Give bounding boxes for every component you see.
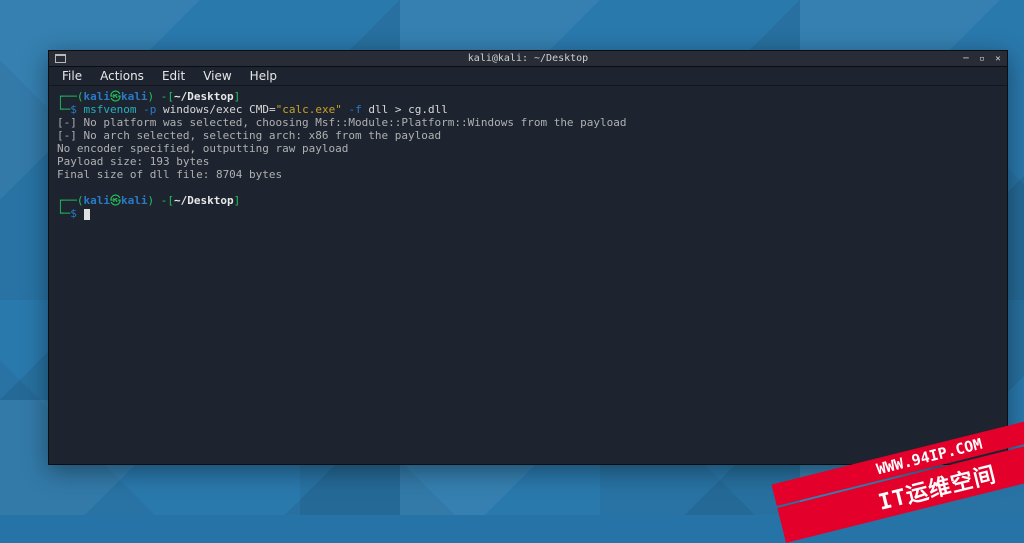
cmd-val: "calc.exe": [276, 103, 342, 116]
minimize-button[interactable]: ─: [959, 53, 973, 65]
prompt2-at: ㉿: [110, 194, 121, 207]
menu-actions[interactable]: Actions: [91, 68, 153, 84]
prompt2-line2-prefix: └─: [57, 207, 70, 220]
prompt-line1-prefix: ┌──(: [57, 90, 84, 103]
terminal-output[interactable]: ┌──(kali㉿kali) -[~/Desktop] └─$ msfvenom…: [49, 86, 1007, 464]
prompt-user: kali: [84, 90, 111, 103]
prompt2-user: kali: [84, 194, 111, 207]
prompt-cwd: ~/Desktop: [174, 90, 234, 103]
cmd-bin: msfvenom: [84, 103, 137, 116]
cmd-key: CMD=: [249, 103, 276, 116]
output-line-3: No encoder specified, outputting raw pay…: [57, 142, 348, 155]
menu-help[interactable]: Help: [241, 68, 286, 84]
prompt-bracket-open: -[: [161, 90, 174, 103]
output-line-5: Final size of dll file: 8704 bytes: [57, 168, 282, 181]
menu-file[interactable]: File: [53, 68, 91, 84]
cursor: [84, 209, 90, 220]
prompt-line2-prefix: └─: [57, 103, 70, 116]
cmd-fmt: dll: [368, 103, 388, 116]
prompt2-host: kali: [121, 194, 148, 207]
output-line-1: [-] No platform was selected, choosing M…: [57, 116, 627, 129]
menu-edit[interactable]: Edit: [153, 68, 194, 84]
titlebar[interactable]: kali@kali: ~/Desktop ─ ▫ ✕: [49, 51, 1007, 67]
cmd-flag-p: -p: [143, 103, 156, 116]
cmd-payload: windows/exec: [163, 103, 242, 116]
prompt-host: kali: [121, 90, 148, 103]
prompt-bracket-close: ]: [234, 90, 241, 103]
output-line-4: Payload size: 193 bytes: [57, 155, 209, 168]
prompt2-sigil: $: [70, 207, 77, 220]
prompt-sigil: $: [70, 103, 77, 116]
prompt2-line1-prefix: ┌──(: [57, 194, 84, 207]
terminal-icon: [55, 54, 66, 63]
cmd-flag-f: -f: [348, 103, 361, 116]
close-button[interactable]: ✕: [991, 53, 1005, 65]
prompt2-bracket-close: ]: [234, 194, 241, 207]
menu-view[interactable]: View: [194, 68, 240, 84]
cmd-redir: >: [395, 103, 402, 116]
cmd-out: cg.dll: [408, 103, 448, 116]
prompt-at: ㉿: [110, 90, 121, 103]
prompt2-cwd: ~/Desktop: [174, 194, 234, 207]
window-title: kali@kali: ~/Desktop: [49, 53, 1007, 64]
output-line-2: [-] No arch selected, selecting arch: x8…: [57, 129, 441, 142]
prompt2-bracket-open: -[: [161, 194, 174, 207]
menubar: File Actions Edit View Help: [49, 67, 1007, 86]
window-controls: ─ ▫ ✕: [959, 51, 1005, 66]
terminal-window: kali@kali: ~/Desktop ─ ▫ ✕ File Actions …: [48, 50, 1008, 465]
maximize-button[interactable]: ▫: [975, 53, 989, 65]
